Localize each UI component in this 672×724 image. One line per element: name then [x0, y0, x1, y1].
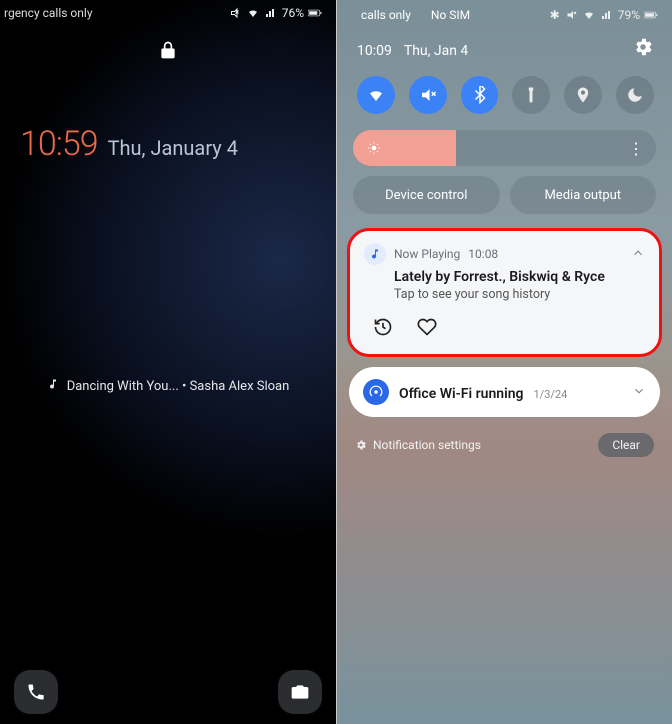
notification-title: Office Wi-Fi running — [399, 386, 524, 402]
notification-app-name: Now Playing — [394, 247, 460, 261]
wifi-app-icon — [363, 379, 389, 405]
chevron-down-icon[interactable] — [632, 383, 646, 402]
wifi-notification[interactable]: Office Wi-Fi running 1/3/24 — [349, 367, 660, 417]
sun-icon — [367, 141, 381, 155]
camera-shortcut[interactable] — [278, 670, 322, 714]
now-playing-text: Dancing With You... • Sasha Alex Sloan — [67, 379, 290, 394]
notification-shade: calls only No SIM ✱ 79% 10:09 Thu, Jan 4 — [336, 0, 672, 724]
battery-percent: 79% — [618, 8, 640, 22]
music-note-icon — [364, 243, 386, 265]
battery-icon — [308, 7, 322, 19]
qs-wifi[interactable] — [357, 76, 395, 114]
notification-time: 10:08 — [468, 247, 498, 261]
notification-settings-link[interactable]: Notification settings — [355, 438, 481, 452]
signal-icon — [600, 9, 614, 21]
history-icon[interactable] — [370, 314, 396, 340]
notification-date: 1/3/24 — [534, 388, 568, 401]
brightness-slider[interactable]: ⋮ — [353, 130, 656, 166]
qs-location[interactable] — [564, 76, 602, 114]
notification-subtitle: Tap to see your song history — [394, 287, 645, 302]
clock-row: 10:59 Thu, January 4 — [0, 66, 336, 164]
gear-icon — [355, 439, 367, 451]
lock-screen: rgency calls only 76% 10:59 Thu, January… — [0, 0, 336, 724]
lockscreen-now-playing[interactable]: Dancing With You... • Sasha Alex Sloan — [0, 378, 336, 394]
network-status-text: calls only — [361, 8, 411, 22]
signal-icon — [264, 7, 278, 19]
battery-icon — [644, 9, 658, 21]
settings-gear-icon[interactable] — [632, 36, 654, 62]
wifi-icon — [582, 9, 596, 21]
shade-date: Thu, Jan 4 — [404, 43, 468, 59]
status-bar: calls only No SIM ✱ 79% — [337, 0, 672, 22]
media-output-button[interactable]: Media output — [510, 176, 657, 214]
mute-icon — [564, 9, 578, 21]
clear-button[interactable]: Clear — [598, 433, 654, 457]
music-note-icon — [47, 378, 59, 394]
bluetooth-icon: ✱ — [550, 8, 560, 22]
shade-header: 10:09 Thu, Jan 4 — [337, 22, 672, 72]
wifi-icon — [246, 7, 260, 19]
quick-settings-row — [337, 72, 672, 124]
shade-time: 10:09 — [357, 43, 392, 59]
status-bar: rgency calls only 76% — [0, 0, 336, 20]
qs-sound-mute[interactable] — [409, 76, 447, 114]
qs-dnd[interactable] — [616, 76, 654, 114]
now-playing-notification[interactable]: Now Playing 10:08 Lately by Forrest., Bi… — [347, 228, 662, 357]
battery-percent: 76% — [282, 6, 304, 20]
device-control-button[interactable]: Device control — [353, 176, 500, 214]
clock-date: Thu, January 4 — [108, 136, 238, 160]
heart-icon[interactable] — [414, 314, 440, 340]
mute-icon — [228, 7, 242, 19]
lock-icon — [0, 38, 336, 66]
network-status-text: rgency calls only — [4, 6, 93, 20]
qs-flashlight[interactable] — [512, 76, 550, 114]
qs-bluetooth[interactable] — [461, 76, 499, 114]
notification-title: Lately by Forrest., Biskwiq & Ryce — [394, 269, 645, 285]
sim-status-text: No SIM — [431, 8, 470, 22]
clock-time: 10:59 — [20, 124, 98, 164]
brightness-menu-icon[interactable]: ⋮ — [628, 139, 642, 158]
chevron-up-icon[interactable] — [631, 245, 645, 264]
phone-shortcut[interactable] — [14, 670, 58, 714]
